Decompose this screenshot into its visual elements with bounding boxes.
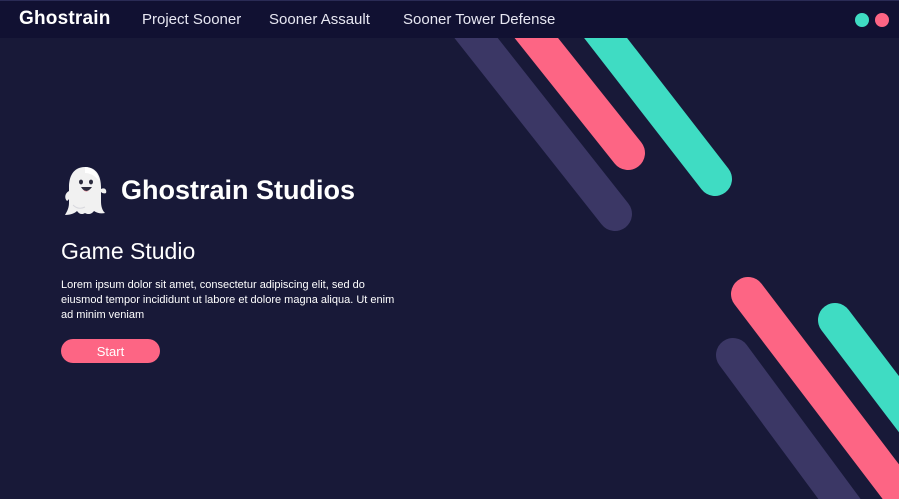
theme-dot-pink[interactable] [875, 13, 889, 27]
hero-title: Ghostrain Studios [121, 175, 356, 205]
ghost-icon [65, 167, 107, 215]
nav-link-sooner-assault[interactable]: Sooner Assault [269, 11, 370, 28]
nav-link-project-sooner[interactable]: Project Sooner [142, 11, 241, 28]
hero-subtitle: Game Studio [61, 238, 196, 264]
nav-link-sooner-tower-defense[interactable]: Sooner Tower Defense [403, 11, 555, 28]
hero-description: Lorem ipsum dolor sit amet, consectetur … [61, 279, 395, 321]
top-navbar: Ghostrain Project Sooner Sooner Assault … [0, 0, 899, 38]
brand-logo[interactable]: Ghostrain [19, 8, 111, 30]
start-button[interactable]: Start [61, 339, 160, 363]
theme-dot-teal[interactable] [855, 13, 869, 27]
